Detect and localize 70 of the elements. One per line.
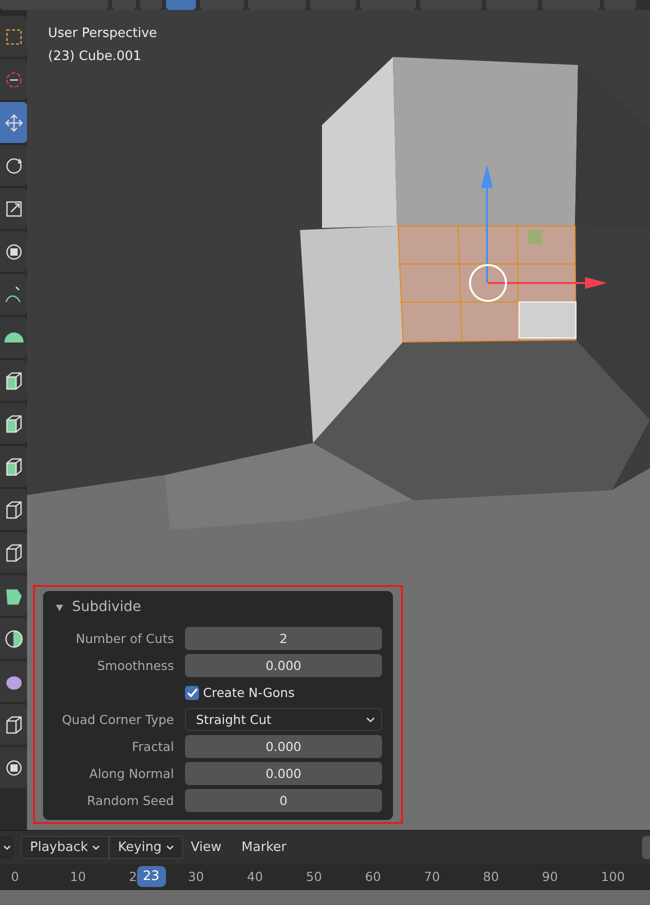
dashed-box-icon — [4, 26, 24, 46]
frame-number: 70 — [424, 869, 440, 884]
triangle-down-icon — [55, 602, 64, 612]
tool-button[interactable] — [0, 188, 27, 229]
dropdown-menu[interactable]: Keying — [109, 836, 183, 860]
number-field[interactable]: 0.000 — [185, 654, 382, 678]
menu-button[interactable]: View — [182, 836, 230, 860]
tool-button[interactable] — [0, 618, 27, 659]
tool-button[interactable] — [0, 747, 27, 788]
checkbox[interactable]: Create N-Gons — [185, 685, 295, 700]
arrows-icon — [4, 112, 24, 132]
cube-icon — [4, 456, 24, 476]
frame-number: 90 — [542, 869, 558, 884]
number-field[interactable]: 0.000 — [185, 735, 382, 758]
transform-icon — [4, 242, 24, 262]
tool-button[interactable] — [0, 274, 27, 315]
transform-icon — [4, 758, 24, 778]
chevron-down-icon — [166, 844, 174, 851]
field-label: Smoothness — [96, 658, 174, 674]
crosshair-icon — [4, 70, 24, 90]
chevron-down-icon — [366, 716, 375, 723]
frame-number: 10 — [70, 869, 86, 884]
tool-button[interactable] — [0, 145, 27, 186]
tool-button[interactable] — [0, 532, 27, 573]
tool-button[interactable] — [0, 16, 27, 57]
field-label: Fractal — [131, 739, 174, 754]
field-label: Random Seed — [86, 793, 174, 808]
current-frame-indicator[interactable]: 23 — [136, 866, 166, 888]
number-field[interactable]: 0.000 — [185, 762, 382, 786]
frame-number: 50 — [306, 869, 322, 884]
field-label: Along Normal — [88, 766, 174, 782]
frame-number: 0 — [11, 869, 19, 884]
cube-icon — [4, 714, 24, 734]
tool-button[interactable] — [0, 317, 27, 358]
frame-number: 80 — [483, 869, 499, 884]
tool-button[interactable] — [0, 403, 27, 444]
editor-type-button[interactable] — [0, 836, 14, 860]
tool-button[interactable] — [0, 704, 27, 745]
panel-header[interactable]: Subdivide — [53, 595, 142, 626]
frame-number: 100 — [601, 869, 625, 884]
cube-icon — [4, 500, 24, 520]
number-field[interactable]: 0 — [185, 789, 382, 812]
tool-button[interactable] — [0, 661, 27, 702]
cube-icon — [4, 414, 24, 434]
checkbox-box[interactable] — [185, 686, 199, 700]
tool-button[interactable] — [0, 489, 27, 530]
chevron-down-icon — [3, 844, 11, 851]
number-field[interactable]: 2 — [185, 627, 382, 650]
dropdown-menu[interactable]: Playback — [21, 836, 110, 860]
scale-icon — [4, 198, 24, 218]
cube-icon — [4, 542, 24, 562]
frame-number: 30 — [188, 869, 204, 884]
field-label: Number of Cuts — [74, 631, 174, 646]
chevron-down-icon — [92, 844, 100, 851]
spin-icon — [4, 628, 24, 648]
frame-number: 2 — [129, 869, 137, 884]
protractor-icon — [4, 332, 24, 343]
tool-button[interactable] — [0, 231, 27, 272]
viewport-info-text: (23) Cube.001 — [48, 48, 142, 66]
tool-button[interactable] — [0, 575, 27, 616]
frame-number: 40 — [247, 869, 263, 884]
frame-number: 60 — [365, 869, 381, 884]
field-label: Quad Corner Type — [60, 712, 174, 728]
menu-button[interactable]: Marker — [234, 836, 294, 860]
dropdown[interactable]: Straight Cut — [185, 708, 382, 732]
tool-button[interactable] — [0, 446, 27, 487]
tool-button[interactable] — [0, 360, 27, 401]
checkmark-icon — [186, 688, 198, 698]
viewport-info-text: User Perspective — [48, 25, 158, 43]
cube-icon — [4, 370, 24, 390]
